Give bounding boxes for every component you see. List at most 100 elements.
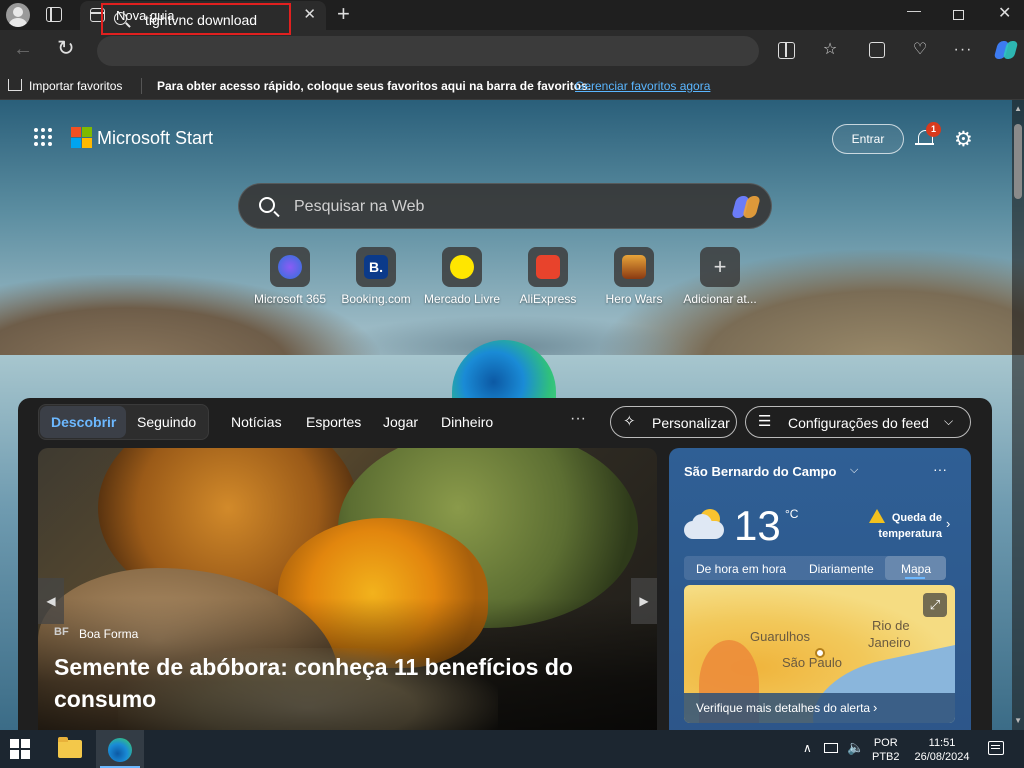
input-language[interactable]: POR PTB2 (872, 736, 900, 764)
scroll-down-icon[interactable]: ▼ (1014, 716, 1022, 725)
quick-link-hero-wars[interactable]: Hero Wars (592, 247, 676, 306)
quick-link-microsoft-365[interactable]: Microsoft 365 (248, 247, 332, 306)
new-tab-button[interactable]: + (337, 1, 350, 27)
tab-jogar[interactable]: Jogar (383, 414, 418, 430)
tab-esportes[interactable]: Esportes (306, 414, 361, 430)
weather-location[interactable]: São Bernardo do Campo (684, 464, 836, 479)
map-footer[interactable]: Verifique mais detalhes do alerta › (684, 693, 955, 723)
weather-map[interactable]: Guarulhos Rio de Janeiro São Paulo ⤢ Ver… (684, 585, 955, 723)
show-hidden-icons-icon[interactable]: ∧ (803, 741, 812, 755)
aliexpress-icon (528, 247, 568, 287)
split-screen-icon[interactable] (776, 40, 796, 60)
map-label-janeiro: Janeiro (868, 635, 911, 650)
tab-daily[interactable]: Diariamente (809, 562, 874, 576)
favorites-bar: Importar favoritos Para obter acesso ráp… (0, 72, 1024, 100)
expand-icon[interactable]: ⤢ (923, 593, 947, 617)
more-icon[interactable]: ··· (953, 40, 973, 60)
feed-settings-button[interactable]: ☰ Configurações do feed ⌵ (745, 406, 971, 438)
quick-link-label: Mercado Livre (423, 292, 501, 306)
booking-icon: B. (356, 247, 396, 287)
chevron-down-icon[interactable]: ⌵ (850, 464, 858, 477)
profile-icon[interactable] (6, 3, 30, 27)
folder-icon (58, 737, 82, 758)
tab-seguindo[interactable]: Seguindo (137, 414, 196, 430)
quick-link-aliexpress[interactable]: AliExpress (506, 247, 590, 306)
copilot-search-icon[interactable] (731, 194, 762, 220)
location-pin-icon (815, 648, 825, 658)
network-icon[interactable] (824, 743, 838, 753)
article-source[interactable]: Boa Forma (79, 627, 138, 641)
back-icon[interactable]: ← (13, 38, 33, 61)
address-bar[interactable] (97, 36, 759, 66)
personalize-button[interactable]: ✧ Personalizar (610, 406, 737, 438)
settings-gear-icon[interactable]: ⚙ (954, 127, 973, 152)
quick-link-label: Booking.com (341, 292, 411, 306)
weather-temperature: 13 (734, 502, 781, 549)
keyboard-layout: PTB2 (872, 751, 900, 763)
tab-map[interactable]: Mapa (901, 562, 931, 576)
maximize-button[interactable] (953, 10, 964, 20)
chevron-right-icon[interactable]: › (946, 516, 950, 531)
weather-alert[interactable]: Queda de temperatura (862, 510, 942, 542)
quick-link-label: AliExpress (519, 292, 577, 306)
source-logo: BF (54, 626, 69, 638)
quick-link-mercado-livre[interactable]: Mercado Livre (420, 247, 504, 306)
scroll-up-icon[interactable]: ▲ (1014, 104, 1022, 113)
tab-descobrir[interactable]: Descobrir (51, 414, 116, 430)
close-tab-icon[interactable]: ✕ (303, 5, 316, 23)
notification-center-icon[interactable] (988, 741, 1004, 755)
copilot-icon[interactable] (993, 39, 1019, 61)
windows-start-icon[interactable] (10, 739, 30, 759)
tab-underline (905, 577, 925, 579)
volume-icon[interactable]: 🔈 (847, 739, 864, 756)
refresh-icon[interactable]: ↻ (57, 36, 75, 61)
hero-article-card[interactable]: ◀ ▶ BF Boa Forma Semente de abóbora: con… (38, 448, 657, 730)
map-label-rio: Rio de (872, 618, 910, 633)
mercado-livre-icon (442, 247, 482, 287)
weather-more-icon[interactable]: ··· (933, 461, 947, 477)
file-explorer-button[interactable] (46, 730, 94, 768)
search-icon (259, 197, 275, 213)
alert-details-link[interactable]: Verifique mais detalhes do alerta (696, 701, 870, 715)
hero-wars-icon (614, 247, 654, 287)
system-clock[interactable]: 11:51 26/08/2024 (910, 736, 974, 764)
microsoft-logo-icon (71, 127, 92, 148)
manage-favorites-link[interactable]: Gerenciar favoritos agora (575, 79, 710, 93)
quick-link-label: Hero Wars (605, 292, 663, 306)
collections-icon[interactable] (866, 40, 886, 60)
app-launcher-icon[interactable] (34, 128, 54, 148)
scrollbar-thumb[interactable] (1014, 124, 1022, 199)
tab-hourly[interactable]: De hora em hora (696, 562, 786, 576)
chevron-down-icon: ⌵ (944, 414, 954, 428)
feed-more-icon[interactable]: ··· (570, 410, 586, 428)
edge-icon (108, 738, 132, 762)
minimize-button[interactable]: — (907, 2, 921, 18)
microsoft-365-icon (270, 247, 310, 287)
sliders-icon: ☰ (758, 413, 772, 430)
brand-title: Microsoft Start (97, 128, 214, 148)
browser-essentials-icon[interactable]: ♡ (910, 40, 930, 60)
carousel-next-button[interactable]: ▶ (631, 578, 657, 624)
edge-taskbar-button[interactable] (96, 730, 144, 768)
article-title[interactable]: Semente de abóbora: conheça 11 benefício… (54, 651, 614, 715)
personalize-label: Personalizar (652, 415, 730, 431)
web-search-input[interactable]: Pesquisar na Web (294, 198, 424, 216)
address-input[interactable]: tightvnc download (145, 12, 257, 28)
quick-link-label: Adicionar at... (683, 292, 757, 306)
quick-link-booking[interactable]: B. Booking.com (334, 247, 418, 306)
feed-settings-label: Configurações do feed (788, 415, 929, 431)
language-code: POR (873, 737, 898, 749)
tab-noticias[interactable]: Notícias (231, 414, 282, 430)
favorites-icon[interactable]: ☆ (820, 40, 840, 60)
favorites-bar-message: Para obter acesso rápido, coloque seus f… (157, 79, 592, 93)
navigation-bar: ← ↻ ☆ ♡ ··· (0, 30, 1024, 72)
quick-link-add[interactable]: + Adicionar at... (678, 247, 762, 306)
new-tab-page: Microsoft Start Entrar 1 ⚙ Pesquisar na … (0, 100, 1024, 730)
close-window-button[interactable]: ✕ (998, 3, 1011, 23)
sign-in-button[interactable]: Entrar (832, 124, 904, 154)
tab-dinheiro[interactable]: Dinheiro (441, 414, 493, 430)
carousel-prev-button[interactable]: ◀ (38, 578, 64, 624)
search-icon (114, 12, 127, 25)
import-favorites-button[interactable]: Importar favoritos (29, 79, 122, 93)
tab-actions-icon[interactable] (46, 7, 62, 22)
